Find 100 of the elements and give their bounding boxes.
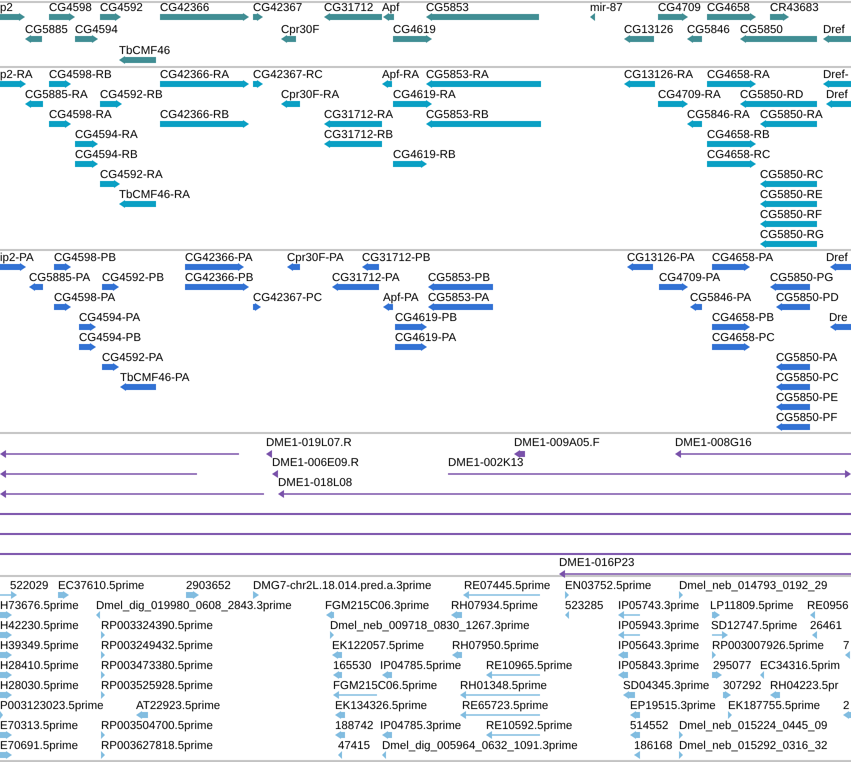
feature-label[interactable]: CG5850-RA: [760, 108, 823, 122]
feature-label[interactable]: 295077: [713, 659, 752, 673]
feature-label[interactable]: IP05843.3prime: [618, 659, 700, 673]
feature-label[interactable]: TbCMF46-RA: [119, 188, 190, 202]
feature-label[interactable]: DME1-019L07.R: [266, 436, 352, 450]
feature-label[interactable]: CG5846: [687, 22, 730, 36]
feature-label[interactable]: IP05743.3prime: [618, 599, 700, 613]
feature-label[interactable]: mir-87: [590, 1, 623, 15]
feature-label[interactable]: CG4658: [707, 1, 750, 15]
feature-label[interactable]: RP003473380.5prime: [101, 659, 213, 673]
feature-label[interactable]: CG5853-PA: [428, 291, 490, 305]
feature-label[interactable]: CG5850-PF: [776, 411, 838, 425]
feature-label[interactable]: CG5885-RA: [25, 88, 88, 102]
feature-label[interactable]: RE10592.5prime: [486, 719, 572, 733]
feature-label[interactable]: TbCMF46-PA: [120, 371, 190, 385]
feature-label[interactable]: Dmel_neb_015224_0445_09: [679, 719, 828, 733]
feature-label[interactable]: TbCMF46: [119, 44, 170, 58]
feature-label[interactable]: CG4598-RB: [49, 68, 112, 82]
feature-label[interactable]: SD12747.5prime: [711, 619, 798, 633]
feature-label[interactable]: CG4594-RB: [75, 148, 138, 162]
feature-label[interactable]: EK134326.5prime: [335, 699, 428, 713]
feature-label[interactable]: CG31712: [324, 1, 374, 15]
feature-label[interactable]: CG5853-PB: [428, 271, 490, 285]
feature-label[interactable]: CG4658-PA: [712, 251, 774, 265]
feature-label[interactable]: p2: [0, 1, 13, 15]
feature-label[interactable]: CG42367: [253, 1, 302, 15]
feature-label[interactable]: Apf: [382, 1, 400, 15]
feature-label[interactable]: CG13126: [624, 22, 674, 36]
feature-label[interactable]: CG4658-RC: [707, 148, 770, 162]
feature-label[interactable]: 7: [843, 639, 850, 653]
feature-label[interactable]: CG4598-PA: [54, 291, 116, 305]
feature-label[interactable]: 26461: [810, 619, 842, 633]
feature-label[interactable]: CG4592-PA: [102, 351, 164, 365]
feature-label[interactable]: CG5885-PA: [29, 271, 90, 285]
feature-label[interactable]: 186168: [634, 739, 672, 753]
feature-label[interactable]: E70691.5prime: [0, 739, 78, 753]
feature-label[interactable]: ip2-PA: [0, 251, 34, 265]
feature-label[interactable]: 523285: [565, 599, 604, 613]
feature-label[interactable]: RP003249432.5prime: [101, 639, 213, 653]
feature-label[interactable]: CR43683: [770, 1, 819, 15]
feature-label[interactable]: Apf-RA: [382, 68, 420, 82]
feature-label[interactable]: CG4619-RB: [393, 148, 456, 162]
feature-label[interactable]: CG4598-PB: [54, 251, 116, 265]
feature-label[interactable]: Dmel_neb_009718_0830_1267.3prime: [330, 619, 530, 633]
feature-label[interactable]: EC37610.5prime: [58, 579, 144, 593]
feature-label[interactable]: RH07934.5prime: [451, 599, 538, 613]
feature-label[interactable]: CG5850-RC: [760, 168, 824, 182]
feature-label[interactable]: CG4594-RA: [75, 128, 138, 142]
feature-label[interactable]: EN03752.5prime: [565, 579, 652, 593]
feature-label[interactable]: RE10965.5prime: [486, 659, 572, 673]
feature-label[interactable]: RE65723.5prime: [462, 699, 548, 713]
feature-label[interactable]: H39349.5prime: [0, 639, 79, 653]
feature-label[interactable]: CG5850-PD: [776, 291, 839, 305]
feature-label[interactable]: CG4594-PB: [79, 331, 142, 345]
feature-label[interactable]: RP003504700.5prime: [101, 719, 213, 733]
feature-label[interactable]: P003123023.5prime: [0, 699, 104, 713]
feature-label[interactable]: 522029: [10, 579, 48, 593]
feature-label[interactable]: CG5850-RE: [760, 188, 823, 202]
feature-label[interactable]: CG13126-RA: [624, 68, 694, 82]
feature-label[interactable]: 2: [843, 699, 850, 713]
feature-label[interactable]: CG4619: [393, 22, 436, 36]
feature-label[interactable]: IP04785.3prime: [380, 719, 462, 733]
feature-label[interactable]: CG42366-RB: [160, 108, 230, 122]
feature-label[interactable]: CG4592: [100, 1, 143, 15]
feature-label[interactable]: FGM215C06.3prime: [325, 599, 430, 613]
feature-label[interactable]: CG42366-RA: [160, 68, 230, 82]
feature-label[interactable]: Cpr30F-RA: [281, 88, 340, 102]
feature-label[interactable]: CG31712-RB: [324, 128, 394, 142]
feature-label[interactable]: H42230.5prime: [0, 619, 79, 633]
feature-label[interactable]: IP05643.3prime: [618, 639, 700, 653]
feature-label[interactable]: CG5846-RA: [687, 108, 750, 122]
feature-label[interactable]: CG4592-RB: [100, 88, 163, 102]
feature-label[interactable]: CG5853-RA: [426, 68, 489, 82]
feature-label[interactable]: CG13126-PA: [627, 251, 695, 265]
feature-label[interactable]: CG4709-PA: [659, 271, 720, 285]
feature-label[interactable]: H28410.5prime: [0, 659, 79, 673]
feature-label[interactable]: Dmel_dig_019980_0608_2843.3prime: [96, 599, 292, 613]
feature-label[interactable]: CG4592-PB: [102, 271, 164, 285]
feature-label[interactable]: EK122057.5prime: [332, 639, 424, 653]
feature-label[interactable]: CG5850-RD: [740, 88, 804, 102]
feature-label[interactable]: CG5850-PE: [776, 391, 838, 405]
feature-label[interactable]: LP11809.5prime: [710, 599, 794, 613]
feature-label[interactable]: CG4658-PB: [712, 311, 774, 325]
feature-label[interactable]: 307292: [723, 679, 762, 693]
feature-label[interactable]: CG5850-PA: [776, 351, 838, 365]
feature-label[interactable]: E70313.5prime: [0, 719, 78, 733]
feature-label[interactable]: CG4594-PA: [79, 311, 140, 325]
feature-label[interactable]: DME1-002K13: [448, 456, 524, 470]
feature-label[interactable]: CG4592-RA: [100, 168, 163, 182]
feature-label[interactable]: CG42366-PB: [185, 271, 254, 285]
feature-label[interactable]: CG42367-PC: [253, 291, 322, 305]
feature-label[interactable]: 47415: [338, 739, 370, 753]
feature-label[interactable]: DMG7-chr2L.18.014.pred.a.3prime: [253, 579, 432, 593]
feature-label[interactable]: Dmel_dig_005964_0632_1091.3prime: [382, 739, 578, 753]
feature-label[interactable]: 2903652: [186, 579, 231, 593]
feature-label[interactable]: CG4619-PB: [395, 311, 458, 325]
feature-label[interactable]: EP19515.3prime: [630, 699, 716, 713]
feature-label[interactable]: IP04785.5prime: [380, 659, 462, 673]
feature-label[interactable]: AT22923.5prime: [136, 699, 220, 713]
feature-label[interactable]: CG4619-RA: [393, 88, 456, 102]
